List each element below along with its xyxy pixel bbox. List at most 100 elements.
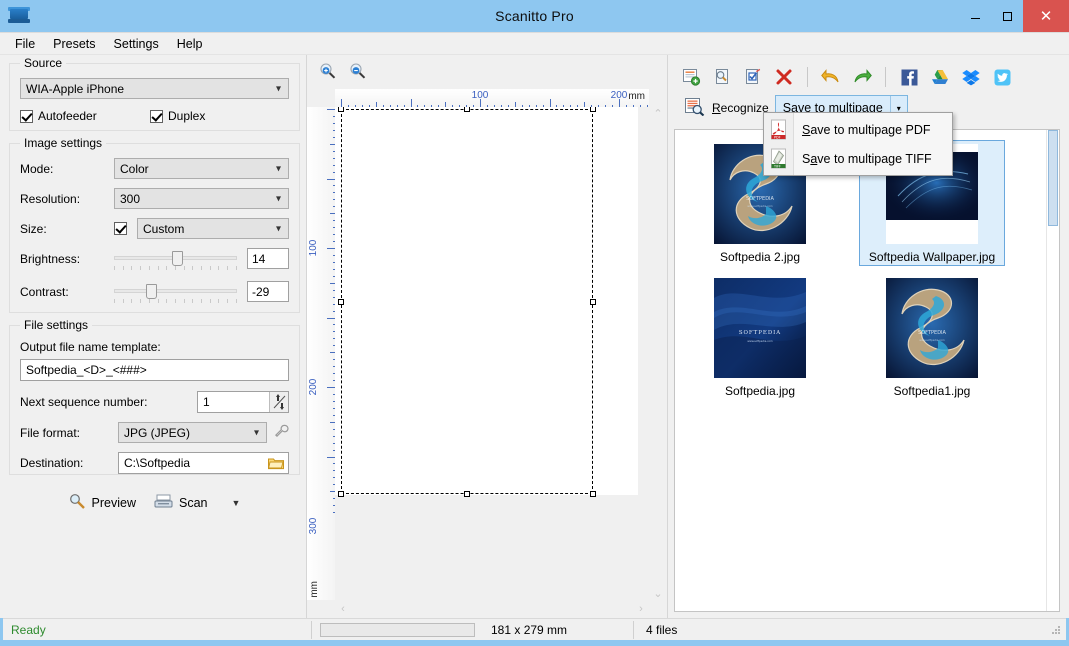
preview-document-icon[interactable] (709, 65, 735, 89)
preview-horizontal-scrollbar[interactable]: ‹ › (335, 600, 649, 618)
undo-icon[interactable] (818, 65, 844, 89)
menu-item-file[interactable]: File (6, 34, 44, 54)
thumbnail-caption: Softpedia.jpg (724, 384, 796, 398)
menu-item-settings[interactable]: Settings (105, 34, 168, 54)
thumbnail-image[interactable]: SOFTPEDIA www.softpedia.com (886, 278, 978, 378)
dropbox-icon[interactable] (958, 65, 984, 89)
selection-handle-e[interactable] (590, 298, 596, 305)
save-to-multipage-menu[interactable]: PDF Save to multipage PDF TIFF Save to m… (763, 112, 953, 176)
selection-handle-s[interactable] (464, 491, 470, 497)
wrench-icon[interactable] (274, 424, 289, 442)
image-settings-legend: Image settings (20, 136, 107, 150)
mode-label: Mode: (20, 161, 54, 176)
autofeeder-checkbox[interactable]: Autofeeder (20, 109, 150, 123)
sequence-spinner[interactable]: 1 (197, 391, 289, 413)
edit-document-icon[interactable] (740, 65, 766, 89)
autofeeder-checkbox-box[interactable] (20, 109, 33, 123)
minimize-button[interactable] (959, 0, 991, 32)
sequence-value: 1 (203, 395, 210, 409)
redo-icon[interactable] (849, 65, 875, 89)
ruler-label-horizontal: 100 (471, 90, 489, 101)
folder-icon[interactable] (268, 457, 284, 470)
file-settings-group: File settings Output file name template:… (9, 318, 300, 475)
selection-handle-ne[interactable] (590, 107, 596, 112)
settings-panel: Source WIA-Apple iPhone ▾ Autofeeder Dup… (3, 55, 307, 618)
scroll-left-arrow[interactable]: ‹ (335, 603, 351, 615)
brightness-value-field[interactable]: 14 (247, 248, 289, 269)
mode-combo[interactable]: Color ▾ (114, 158, 289, 179)
application-window: Scanitto Pro ✕ File Presets Settings Hel… (0, 0, 1069, 646)
mode-value: Color (120, 161, 149, 176)
twitter-icon[interactable] (989, 65, 1015, 89)
menu-item-pdf-label: Save to multipage PDF (802, 123, 931, 137)
source-device-combo[interactable]: WIA-Apple iPhone ▾ (20, 78, 289, 99)
format-combo[interactable]: JPG (JPEG) ▾ (118, 422, 267, 443)
duplex-checkbox-box[interactable] (150, 109, 163, 123)
duplex-label: Duplex (168, 109, 206, 123)
selection-rectangle[interactable] (338, 107, 596, 497)
selection-handle-nw[interactable] (338, 107, 344, 112)
brightness-slider[interactable] (114, 250, 237, 270)
thumbnail-list[interactable]: SOFTPEDIA www.softpedia.com Softpedia 2.… (674, 129, 1060, 612)
preview-vertical-scrollbar[interactable]: ⌃ ⌄ (649, 107, 667, 600)
ruler-unit-horizontal: mm (628, 91, 645, 102)
thumbnail-item[interactable]: SOFTPEDIA www.softpedia.com Softpedia.jp… (687, 274, 833, 400)
template-input[interactable]: Softpedia_<D>_<###> (20, 359, 289, 381)
contrast-slider-thumb[interactable] (145, 283, 157, 299)
facebook-icon[interactable] (896, 65, 922, 89)
scan-preview-canvas[interactable] (335, 107, 649, 600)
add-document-icon[interactable] (678, 65, 704, 89)
preview-canvas-wrapper: mm 100 200 mm 100 200 300 ⌃ ⌄ ‹ › (307, 89, 667, 618)
ruler-unit-vertical: mm (309, 581, 320, 598)
preview-button-label: Preview (91, 496, 137, 510)
scan-options-caret[interactable]: ▼ (232, 498, 241, 508)
resolution-combo[interactable]: 300 ▾ (114, 188, 289, 209)
thumbnail-item[interactable]: SOFTPEDIA www.softpedia.com Softpedia1.j… (859, 274, 1005, 400)
ruler-tick (327, 387, 335, 388)
menu-item-save-multipage-tiff[interactable]: TIFF Save to multipage TIFF (764, 144, 952, 173)
menu-item-presets[interactable]: Presets (44, 34, 104, 54)
size-checkbox[interactable] (114, 222, 127, 235)
chevron-down-icon: ▾ (275, 193, 281, 204)
thumbnails-scrollbar-thumb[interactable] (1048, 130, 1058, 226)
close-button[interactable]: ✕ (1023, 0, 1069, 32)
destination-input[interactable]: C:\Softpedia (118, 452, 289, 474)
scan-button[interactable]: Scan (154, 494, 208, 512)
resize-grip-icon[interactable] (1050, 624, 1062, 636)
zoom-out-icon[interactable] (349, 62, 367, 83)
thumbnail-image[interactable]: SOFTPEDIA www.softpedia.com (714, 278, 806, 378)
selection-handle-sw[interactable] (338, 491, 344, 497)
selection-handle-w[interactable] (338, 298, 344, 305)
selection-handle-n[interactable] (464, 107, 470, 112)
format-row: File format: JPG (JPEG) ▾ (20, 422, 289, 443)
status-files-cell: 4 files (634, 619, 685, 641)
svg-text:SOFTPEDIA: SOFTPEDIA (739, 330, 781, 336)
brightness-slider-thumb[interactable] (171, 250, 183, 266)
delete-icon[interactable] (771, 65, 797, 89)
svg-text:www.softpedia.com: www.softpedia.com (919, 338, 945, 342)
brightness-row: Brightness: 14 (20, 248, 289, 270)
scroll-up-arrow[interactable]: ⌃ (650, 107, 666, 120)
file-settings-legend: File settings (20, 318, 93, 332)
selection-handle-se[interactable] (590, 491, 596, 497)
scroll-down-arrow[interactable]: ⌄ (650, 587, 666, 600)
menu-item-save-multipage-pdf[interactable]: PDF Save to multipage PDF (764, 115, 952, 144)
contrast-value-field[interactable]: -29 (247, 281, 289, 302)
contrast-row: Contrast: -29 (20, 281, 289, 303)
google-drive-icon[interactable] (927, 65, 953, 89)
ruler-vertical: mm 100 200 300 (307, 107, 335, 600)
duplex-checkbox[interactable]: Duplex (150, 109, 205, 123)
window-title: Scanitto Pro (495, 8, 574, 24)
menu-item-help[interactable]: Help (168, 34, 212, 54)
zoom-in-icon[interactable] (319, 62, 337, 83)
main-body: Source WIA-Apple iPhone ▾ Autofeeder Dup… (0, 55, 1069, 618)
preview-button[interactable]: Preview (69, 493, 136, 513)
thumbnails-scrollbar[interactable] (1046, 130, 1059, 611)
scroll-right-arrow[interactable]: › (633, 603, 649, 615)
ruler-horizontal: mm 100 200 (335, 89, 649, 107)
maximize-button[interactable] (991, 0, 1023, 32)
recognize-button[interactable]: Recognize (678, 94, 775, 122)
sequence-spin-buttons[interactable] (269, 392, 288, 412)
contrast-slider[interactable] (114, 283, 237, 303)
size-combo[interactable]: Custom ▾ (137, 218, 289, 239)
